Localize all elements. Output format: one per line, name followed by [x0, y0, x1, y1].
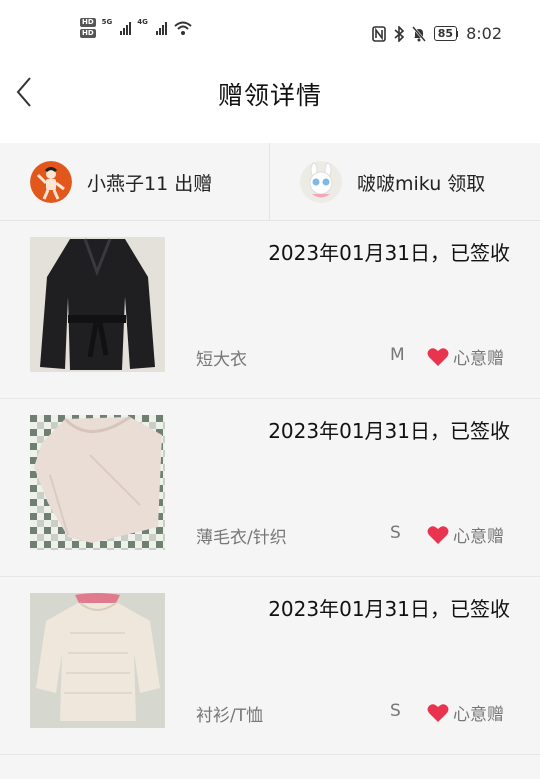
item-size: S	[390, 523, 401, 543]
item-date: 2023年01月31日，已签收	[268, 597, 510, 621]
hd-badge-2: HD	[80, 29, 96, 38]
bluetooth-icon	[394, 25, 404, 42]
hd-badges: HD HD	[80, 18, 96, 38]
item-thumbnail-sweater[interactable]	[30, 415, 165, 550]
receiver-avatar[interactable]	[300, 161, 342, 203]
list-item[interactable]: 2023年01月31日，已签收 薄毛衣/针织 S 心意赠	[0, 399, 540, 577]
giver[interactable]: 小燕子11 出赠	[0, 143, 270, 221]
list-item[interactable]: 2023年01月31日，已签收 短大衣 M 心意赠	[0, 221, 540, 399]
battery-icon: 85	[433, 26, 458, 41]
header: 赠领详情	[0, 62, 540, 122]
giver-name: 小燕子11 出赠	[87, 172, 213, 195]
clock: 8:02	[466, 24, 502, 43]
heart-icon	[427, 703, 449, 722]
hd-badge-1: HD	[80, 18, 96, 27]
top-area: HD HD 5G 4G 85 8:02 赠领详情	[0, 0, 540, 143]
list-item[interactable]: 2023年01月31日，已签收 衬衫/T恤 S 心意赠	[0, 577, 540, 755]
gift-tag: 心意赠	[427, 700, 504, 725]
status-right: 85 8:02	[371, 24, 502, 43]
gift-tag-label: 心意赠	[453, 705, 504, 725]
giver-avatar[interactable]	[30, 161, 72, 203]
status-bar: HD HD 5G 4G 85 8:02	[0, 16, 540, 52]
people-bar: 小燕子11 出赠 啵啵miku 领取	[0, 143, 540, 221]
signal-icon	[120, 21, 132, 35]
signal-icon-2	[155, 21, 167, 35]
item-category: 短大衣	[196, 350, 247, 370]
status-left: HD HD 5G 4G	[80, 18, 193, 38]
bell-off-icon	[411, 25, 426, 42]
battery-level: 85	[437, 27, 454, 40]
gift-tag-label: 心意赠	[453, 527, 504, 547]
item-date: 2023年01月31日，已签收	[268, 419, 510, 443]
receiver[interactable]: 啵啵miku 领取	[270, 143, 540, 221]
item-date: 2023年01月31日，已签收	[268, 241, 510, 265]
network-5g-label: 5G	[101, 18, 113, 26]
item-size: M	[390, 345, 405, 365]
page-title: 赠领详情	[217, 81, 322, 110]
receiver-name: 啵啵miku 领取	[357, 172, 486, 195]
gift-tag: 心意赠	[427, 344, 504, 369]
gift-tag-label: 心意赠	[453, 349, 504, 369]
item-category: 衬衫/T恤	[196, 706, 264, 726]
nfc-icon	[371, 25, 386, 42]
item-thumbnail-coat[interactable]	[30, 237, 165, 372]
item-size: S	[390, 701, 401, 721]
gift-tag: 心意赠	[427, 522, 504, 547]
item-category: 薄毛衣/针织	[196, 528, 287, 548]
network-4g-label: 4G	[137, 18, 148, 26]
wifi-icon	[174, 21, 192, 35]
item-thumbnail-blouse[interactable]	[30, 593, 165, 728]
heart-icon	[427, 525, 449, 544]
battery-tip	[456, 30, 459, 37]
heart-icon	[427, 347, 449, 366]
